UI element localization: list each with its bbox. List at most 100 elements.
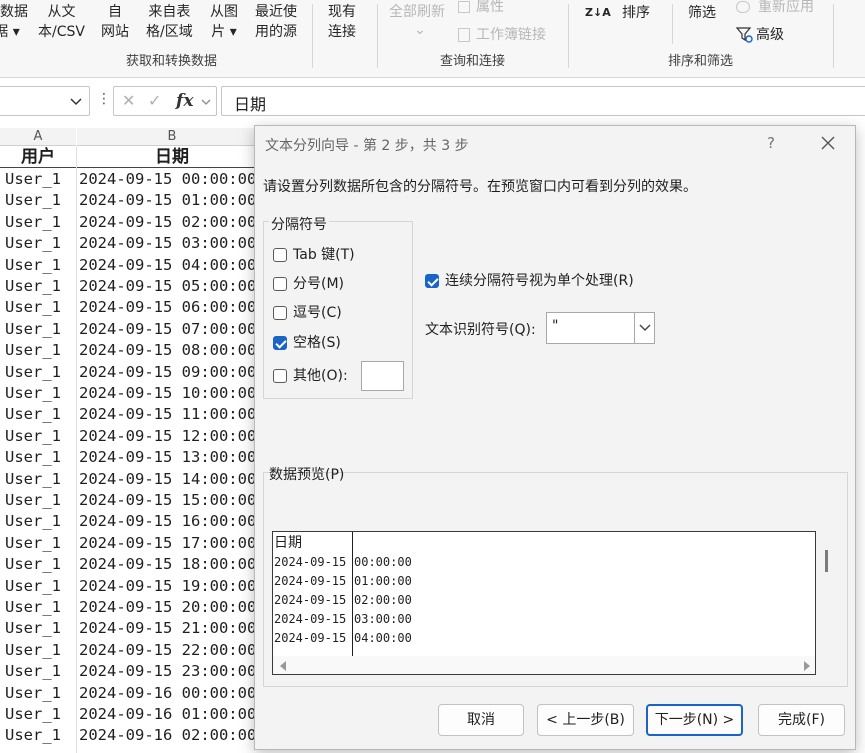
space-checkbox[interactable] xyxy=(273,336,287,350)
user-cell[interactable]: User_1 xyxy=(5,447,61,468)
user-cell[interactable]: User_1 xyxy=(5,725,61,746)
user-cell[interactable]: User_1 xyxy=(5,618,61,639)
date-cell[interactable]: 2024-09-15 18:00:00 xyxy=(79,554,256,575)
refresh-all-button[interactable]: 全部刷新 xyxy=(389,2,445,22)
text-qualifier-dropdown[interactable] xyxy=(634,313,654,343)
date-cell[interactable]: 2024-09-15 01:00:00 xyxy=(79,190,256,211)
date-cell[interactable]: 2024-09-15 16:00:00 xyxy=(79,511,256,532)
recent-sources-button[interactable]: 最近使 用的源 xyxy=(255,2,297,42)
date-cell[interactable]: 2024-09-15 10:00:00 xyxy=(79,383,256,404)
date-cell[interactable]: 2024-09-15 14:00:00 xyxy=(79,469,256,490)
date-cell[interactable]: 2024-09-15 17:00:00 xyxy=(79,533,256,554)
user-cell[interactable]: User_1 xyxy=(5,340,61,361)
workbook-links-button[interactable]: 工作簿链接 xyxy=(458,24,546,44)
scroll-right-icon[interactable] xyxy=(803,661,811,671)
date-cell[interactable]: 2024-09-16 01:00:00 xyxy=(79,704,256,725)
date-cell[interactable]: 2024-09-15 04:00:00 xyxy=(79,255,256,276)
date-cell[interactable]: 2024-09-15 06:00:00 xyxy=(79,297,256,318)
user-cell[interactable]: User_1 xyxy=(5,169,61,190)
filter-button[interactable]: 筛选 xyxy=(688,2,716,22)
user-cell[interactable]: User_1 xyxy=(5,319,61,340)
cancel-icon[interactable]: ✕ xyxy=(122,91,135,110)
get-data-button[interactable]: 取数据 据 ▾ xyxy=(0,2,28,42)
date-cell[interactable]: 2024-09-15 22:00:00 xyxy=(79,640,256,661)
user-cell[interactable]: User_1 xyxy=(5,190,61,211)
from-table-range-button[interactable]: 来自表 格/区域 xyxy=(146,2,193,42)
user-cell[interactable]: User_1 xyxy=(5,533,61,554)
date-cell[interactable]: 2024-09-15 19:00:00 xyxy=(79,576,256,597)
existing-connections-button[interactable]: 现有 连接 xyxy=(328,2,356,42)
user-cell[interactable]: User_1 xyxy=(5,383,61,404)
header-cell-date[interactable]: 日期 xyxy=(77,147,267,168)
tab-checkbox[interactable] xyxy=(273,248,287,262)
reapply-button[interactable]: 重新应用 xyxy=(736,0,814,16)
date-cell[interactable]: 2024-09-15 11:00:00 xyxy=(79,404,256,425)
scroll-left-icon[interactable] xyxy=(279,661,287,671)
chevron-down-icon[interactable] xyxy=(200,96,212,108)
formula-input[interactable]: 日期 xyxy=(221,86,865,116)
cancel-button[interactable]: 取消 xyxy=(438,704,524,736)
user-cell[interactable]: User_1 xyxy=(5,212,61,233)
date-cell[interactable]: 2024-09-15 07:00:00 xyxy=(79,319,256,340)
preview-horizontal-scrollbar[interactable] xyxy=(273,656,815,674)
user-cell[interactable]: User_1 xyxy=(5,255,61,276)
sort-za-button[interactable]: Z↓A xyxy=(585,7,611,18)
date-cell[interactable]: 2024-09-15 00:00:00 xyxy=(79,169,256,190)
date-cell[interactable]: 2024-09-15 09:00:00 xyxy=(79,362,256,383)
confirm-icon[interactable]: ✓ xyxy=(148,91,161,110)
other-checkbox[interactable] xyxy=(273,369,287,383)
preview-column-break[interactable] xyxy=(352,532,353,656)
comma-checkbox[interactable] xyxy=(273,306,287,320)
close-icon[interactable] xyxy=(817,132,839,154)
date-cell[interactable]: 2024-09-15 15:00:00 xyxy=(79,490,256,511)
date-cell[interactable]: 2024-09-15 08:00:00 xyxy=(79,340,256,361)
date-cell[interactable]: 2024-09-16 00:00:00 xyxy=(79,683,256,704)
user-cell[interactable]: User_1 xyxy=(5,490,61,511)
user-cell[interactable]: User_1 xyxy=(5,233,61,254)
date-cell[interactable]: 2024-09-15 12:00:00 xyxy=(79,426,256,447)
user-cell[interactable]: User_1 xyxy=(5,426,61,447)
user-cell[interactable]: User_1 xyxy=(5,469,61,490)
user-cell[interactable]: User_1 xyxy=(5,554,61,575)
refresh-all-caret-icon[interactable]: ⌄ xyxy=(414,22,426,38)
preview-vertical-scrollbar-thumb[interactable] xyxy=(825,550,828,572)
user-cell[interactable]: User_1 xyxy=(5,404,61,425)
user-cell[interactable]: User_1 xyxy=(5,576,61,597)
user-cell[interactable]: User_1 xyxy=(5,640,61,661)
from-web-button[interactable]: 自 网站 xyxy=(101,2,129,42)
from-picture-button[interactable]: 从图 片 ▾ xyxy=(210,2,238,42)
header-cell-user[interactable]: 用户 xyxy=(0,147,76,168)
date-cell[interactable]: 2024-09-15 02:00:00 xyxy=(79,212,256,233)
other-delimiter-input[interactable] xyxy=(361,361,404,391)
finish-button[interactable]: 完成(F) xyxy=(758,704,845,736)
text-qualifier-select[interactable]: " xyxy=(546,312,655,344)
date-cell[interactable]: 2024-09-15 13:00:00 xyxy=(79,447,256,468)
user-cell[interactable]: User_1 xyxy=(5,297,61,318)
user-cell[interactable]: User_1 xyxy=(5,661,61,682)
user-cell[interactable]: User_1 xyxy=(5,704,61,725)
date-cell[interactable]: 2024-09-15 23:00:00 xyxy=(79,661,256,682)
next-button[interactable]: 下一步(N) > xyxy=(646,704,743,736)
insert-function-icon[interactable]: fx xyxy=(176,91,193,111)
name-box[interactable] xyxy=(0,86,90,116)
column-header-a[interactable]: A xyxy=(0,128,76,146)
from-text-csv-button[interactable]: 从文 本/CSV xyxy=(38,2,85,42)
user-cell[interactable]: User_1 xyxy=(5,683,61,704)
help-button[interactable]: ? xyxy=(767,134,775,152)
date-cell[interactable]: 2024-09-16 02:00:00 xyxy=(79,725,256,746)
data-preview[interactable]: 日期 2024-09-15 00:00:00 2024-09-15 01:00:00 2… xyxy=(272,531,816,675)
user-cell[interactable]: User_1 xyxy=(5,362,61,383)
sort-button[interactable]: 排序 xyxy=(622,2,650,22)
chevron-down-icon[interactable] xyxy=(69,94,83,108)
date-cell[interactable]: 2024-09-15 21:00:00 xyxy=(79,618,256,639)
user-cell[interactable]: User_1 xyxy=(5,511,61,532)
user-cell[interactable]: User_1 xyxy=(5,597,61,618)
column-header-b[interactable]: B xyxy=(77,128,267,146)
user-cell[interactable]: User_1 xyxy=(5,276,61,297)
date-cell[interactable]: 2024-09-15 05:00:00 xyxy=(79,276,256,297)
date-cell[interactable]: 2024-09-15 03:00:00 xyxy=(79,233,256,254)
semicolon-checkbox[interactable] xyxy=(273,277,287,291)
formula-bar-grip-icon[interactable]: ⋮ xyxy=(97,91,111,107)
advanced-filter-button[interactable]: 高级 xyxy=(735,24,784,44)
date-cell[interactable]: 2024-09-15 20:00:00 xyxy=(79,597,256,618)
